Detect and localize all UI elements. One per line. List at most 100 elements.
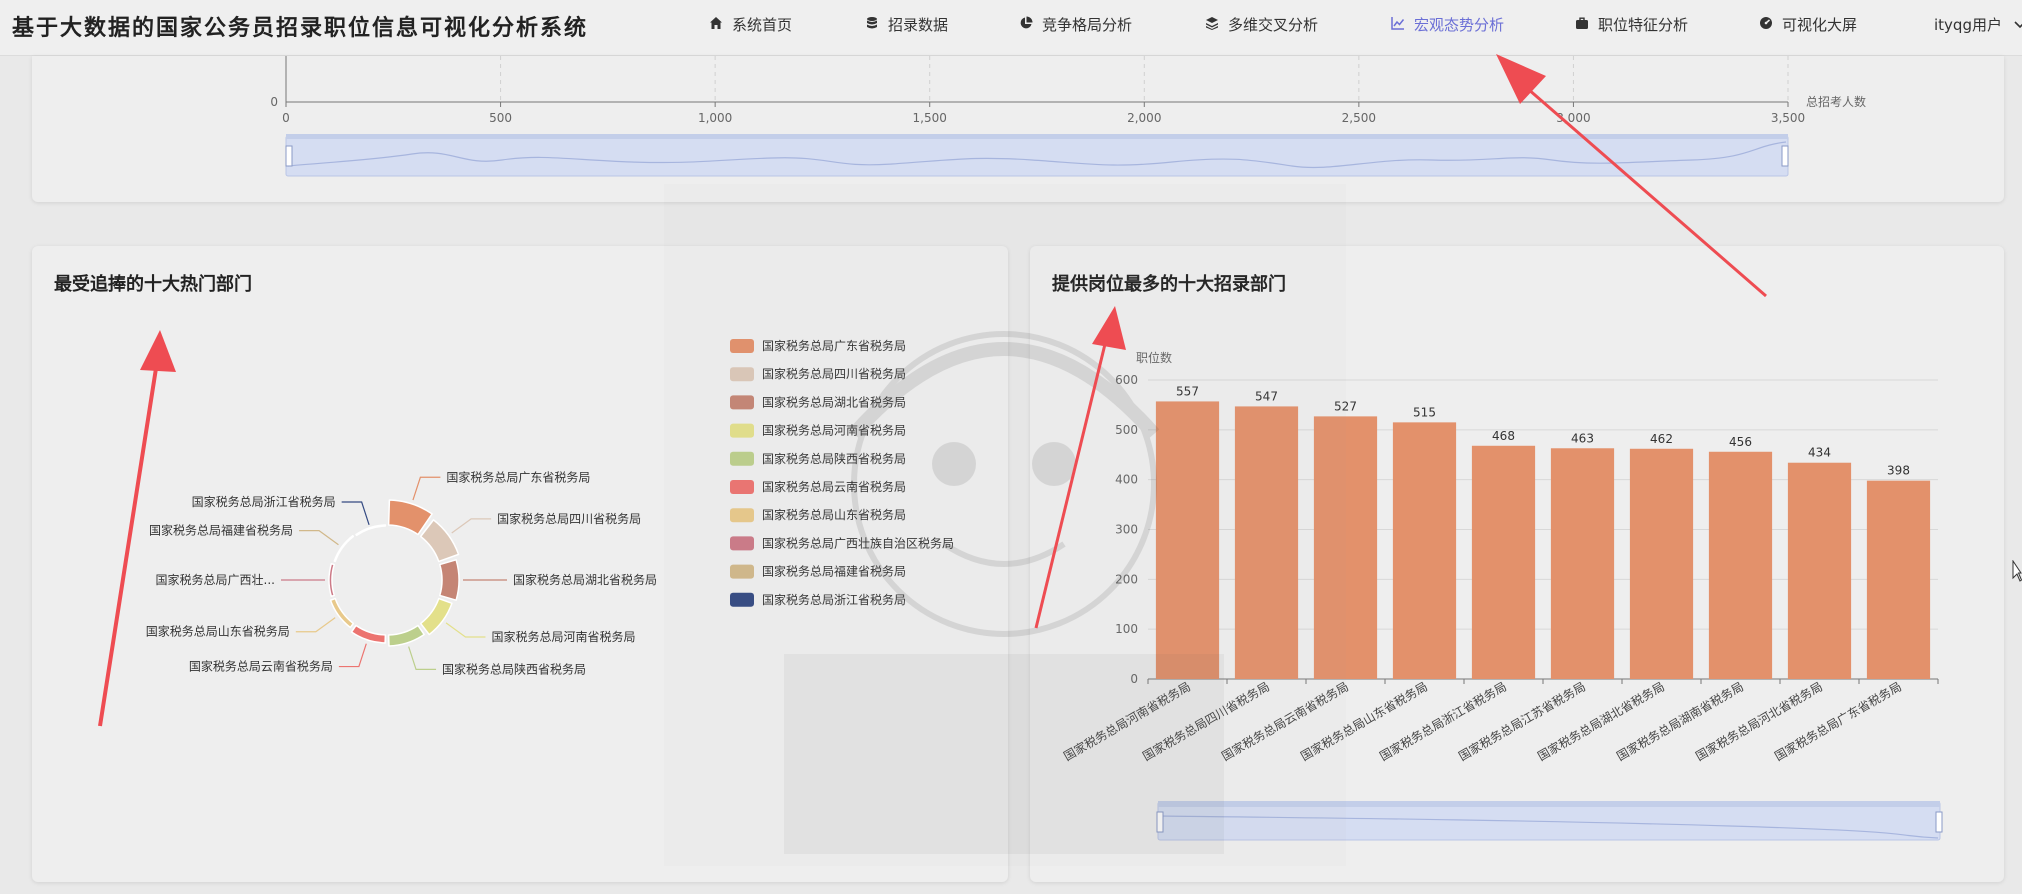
bar-value-label: 547 — [1255, 389, 1278, 403]
slider-handle-right[interactable] — [1781, 145, 1789, 167]
rose-slice[interactable] — [419, 519, 460, 563]
slider-handle-right[interactable] — [1935, 811, 1943, 833]
briefcase-icon — [1574, 2, 1590, 52]
slice-label: 国家税务总局湖北省税务局 — [513, 572, 657, 587]
rose-slice[interactable] — [439, 559, 460, 601]
legend-label: 国家税务总局山东省税务局 — [762, 507, 906, 522]
user-name: ityqg用户 — [1934, 16, 2002, 34]
legend-item[interactable]: 国家税务总局云南省税务局 — [730, 479, 906, 494]
rose-slice[interactable] — [387, 624, 425, 647]
bar-value-label: 527 — [1334, 399, 1357, 413]
bar[interactable] — [1392, 422, 1457, 679]
top-navigation-bar: 基于大数据的国家公务员招录职位信息可视化分析系统 系统首页 招录数据 竞争格局分… — [0, 0, 2022, 56]
x-tick-label: 2,000 — [1127, 111, 1161, 125]
nav-item-home[interactable]: 系统首页 — [708, 0, 792, 56]
bar[interactable] — [1550, 448, 1615, 679]
bar-value-label: 463 — [1571, 431, 1594, 445]
bar[interactable] — [1787, 462, 1852, 679]
bar[interactable] — [1708, 451, 1773, 679]
top-positions-panel: 提供岗位最多的十大招录部门 0 100 200 300 400 500 600 557 547… — [1030, 246, 2004, 882]
legend-item[interactable]: 国家税务总局河南省税务局 — [730, 423, 906, 438]
legend-label: 国家税务总局四川省税务局 — [762, 366, 906, 381]
legend-item[interactable]: 国家税务总局陕西省税务局 — [730, 451, 906, 466]
nav-item-macro-trend[interactable]: 宏观态势分析 — [1390, 0, 1504, 56]
legend-item[interactable]: 国家税务总局四川省税务局 — [730, 366, 906, 382]
rose-slice[interactable] — [350, 624, 387, 644]
data-zoom-slider[interactable] — [1156, 801, 1943, 841]
home-icon — [708, 2, 724, 52]
label-leader-line — [338, 643, 367, 668]
y-tick-label: 200 — [1115, 572, 1138, 586]
legend-swatch — [730, 564, 754, 579]
slice-label: 国家税务总局福建省税务局 — [149, 523, 293, 538]
slider-handle-left[interactable] — [285, 145, 293, 167]
bar[interactable] — [1866, 480, 1931, 679]
bar[interactable] — [1471, 445, 1536, 679]
slice-label: 国家税务总局河南省税务局 — [491, 629, 635, 644]
x-tick-label: 国家税务总局浙江省税务局 — [1377, 679, 1509, 764]
label-leader-line — [341, 501, 370, 526]
bar[interactable] — [1313, 416, 1378, 679]
bar[interactable] — [1155, 401, 1220, 679]
nav-item-label: 可视化大屏 — [1782, 16, 1858, 34]
legend-item[interactable]: 国家税务总局湖北省税务局 — [730, 394, 906, 410]
slice-label: 国家税务总局四川省税务局 — [497, 511, 641, 526]
legend-swatch — [730, 480, 754, 494]
layers-icon — [1204, 2, 1220, 52]
label-leader-line — [445, 622, 486, 638]
nav-item-position-features[interactable]: 职位特征分析 — [1574, 0, 1688, 56]
bar-value-label: 434 — [1808, 446, 1831, 460]
rose-slice[interactable] — [329, 597, 355, 629]
x-tick-label: 国家税务总局湖北省税务局 — [1535, 679, 1667, 764]
legend-label: 国家税务总局广西壮族自治区税务局 — [762, 535, 954, 550]
slice-label: 国家税务总局云南省税务局 — [189, 659, 333, 674]
label-leader-line — [295, 617, 336, 633]
legend-swatch — [730, 367, 754, 382]
y-tick-label: 0 — [1130, 672, 1138, 686]
nav-item-recruit-data[interactable]: 招录数据 — [864, 0, 948, 56]
bar-value-label: 398 — [1887, 464, 1910, 478]
nav-item-big-screen[interactable]: 可视化大屏 — [1758, 0, 1857, 56]
slice-label: 国家税务总局陕西省税务局 — [442, 661, 586, 676]
legend-item[interactable]: 国家税务总局山东省税务局 — [730, 507, 906, 523]
legend-item[interactable]: 国家税务总局广西壮族自治区税务局 — [730, 535, 954, 551]
slider-handle-left[interactable] — [1156, 811, 1164, 833]
x-tick-label: 国家税务总局江苏省税务局 — [1456, 679, 1588, 764]
rose-slice[interactable] — [355, 524, 387, 537]
legend-label: 国家税务总局陕西省税务局 — [762, 451, 906, 466]
y-tick-label: 100 — [1115, 622, 1138, 636]
y-tick-label: 400 — [1115, 473, 1138, 487]
legend-item[interactable]: 国家税务总局福建省税务局 — [730, 564, 906, 579]
legend-swatch — [730, 423, 754, 438]
y-tick-label: 0 — [270, 95, 278, 109]
legend-swatch — [730, 451, 754, 466]
nav-item-cross-analysis[interactable]: 多维交叉分析 — [1204, 0, 1318, 56]
dashboard-icon — [1758, 2, 1774, 52]
legend-item[interactable]: 国家税务总局浙江省税务局 — [730, 592, 906, 607]
cursor-icon — [2012, 560, 2022, 582]
nav-item-label: 系统首页 — [732, 16, 793, 34]
user-menu[interactable]: ityqg用户 — [1934, 0, 2022, 56]
x-tick-label: 国家税务总局广东省税务局 — [1772, 679, 1904, 764]
top-positions-bar-chart: 0 100 200 300 400 500 600 557 547 527 515 468 463 46… — [1061, 350, 1943, 841]
bar[interactable] — [1629, 448, 1694, 679]
legend-item[interactable]: 国家税务总局广东省税务局 — [730, 338, 906, 353]
slice-label: 国家税务总局浙江省税务局 — [192, 494, 336, 509]
app-title: 基于大数据的国家公务员招录职位信息可视化分析系统 — [12, 15, 589, 41]
label-leader-line — [412, 476, 441, 501]
nav-item-competition[interactable]: 竞争格局分析 — [1018, 0, 1132, 56]
rose-slice[interactable] — [419, 597, 453, 636]
x-tick-label: 1,500 — [913, 111, 947, 125]
bar[interactable] — [1234, 406, 1299, 679]
x-tick-label: 国家税务总局四川省税务局 — [1140, 679, 1272, 764]
x-tick-label: 国家税务总局河南省税务局 — [1061, 679, 1193, 764]
legend-label: 国家税务总局河南省税务局 — [762, 423, 906, 438]
rose-slice[interactable] — [328, 562, 335, 598]
total-applicants-chart: 00 500 1,000 1,500 2,000 2,500 3,000 3,500 总招考人… — [270, 56, 1866, 177]
legend-label: 国家税务总局福建省税务局 — [762, 564, 906, 579]
data-zoom-slider[interactable] — [285, 134, 1789, 177]
y-tick-label: 300 — [1115, 523, 1138, 537]
legend-label: 国家税务总局湖北省税务局 — [762, 394, 906, 409]
rose-slice[interactable] — [333, 534, 355, 563]
x-tick-label: 国家税务总局云南省税务局 — [1219, 679, 1351, 764]
